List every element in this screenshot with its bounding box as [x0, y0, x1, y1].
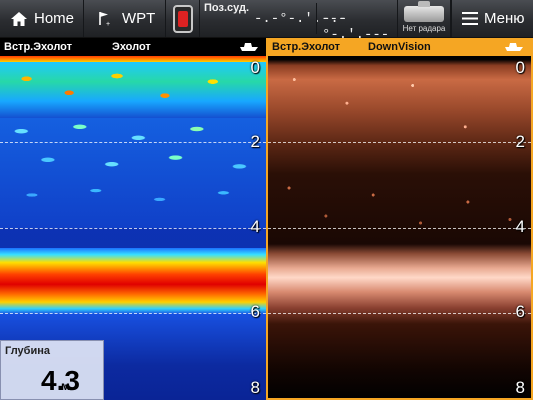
depth-label: 2 [515, 132, 525, 151]
depth-line [0, 142, 266, 143]
depth-label: 6 [515, 302, 525, 321]
panel-mode: Эхолот [112, 41, 151, 53]
man-overboard-button[interactable] [166, 0, 200, 37]
home-icon [11, 11, 27, 26]
depth-line [0, 313, 266, 314]
depth-line [0, 228, 266, 229]
boat-icon [240, 43, 258, 51]
panel-source: Встр.Эхолот [4, 41, 73, 53]
sonar-panel-right[interactable]: Встр.Эхолот DownVision 0 2 4 6 8 [266, 38, 533, 400]
depth-label: 0 [515, 58, 525, 77]
panel-header: Встр.Эхолот DownVision [268, 38, 531, 56]
menu-icon [462, 12, 478, 25]
depth-title: Глубина [5, 345, 50, 357]
depth-line [268, 142, 531, 143]
depth-label: 4 [515, 217, 525, 236]
depth-label: 4 [250, 217, 260, 236]
depth-label: 2 [250, 132, 260, 151]
panel-header: Встр.Эхолот Эхолот [0, 38, 266, 56]
menu-button[interactable]: Меню [451, 0, 533, 37]
vessel-position: Поз.суд. -.-°-.'.--- -.-°-.'.--- [200, 0, 398, 43]
waypoint-button[interactable]: + WPT [84, 0, 166, 37]
menu-label: Меню [484, 10, 525, 27]
home-button[interactable]: Home [0, 0, 84, 37]
panel-mode: DownVision [368, 41, 431, 53]
panel-source: Встр.Эхолот [272, 41, 341, 53]
sonar-panel-left[interactable]: Встр.Эхолот Эхолот 0 2 4 6 8 Глубина 4.3 [0, 38, 266, 400]
sonar-view[interactable]: 0 2 4 6 8 Глубина 4.3 м [0, 56, 266, 400]
depth-line [268, 313, 531, 314]
boat-icon [505, 43, 523, 51]
depth-label: 8 [250, 378, 260, 397]
depth-readout: Глубина 4.3 м [0, 340, 104, 400]
depth-label: 8 [515, 378, 525, 397]
radar-status-label: Нет радара [402, 24, 446, 33]
home-label: Home [34, 10, 75, 27]
top-toolbar: Home + WPT Поз.суд. -.-°-.'.--- -.-°-.'.… [0, 0, 533, 43]
depth-line [268, 228, 531, 229]
waypoint-icon: + [99, 11, 110, 27]
radar-icon [404, 1, 444, 22]
sonar-display: Home + WPT Поз.суд. -.-°-.'.--- -.-°-.'.… [0, 0, 533, 400]
radar-status[interactable]: Нет радара [398, 0, 451, 37]
downvision-view[interactable]: 0 2 4 6 8 [268, 56, 531, 398]
position-title: Поз.суд. [204, 2, 250, 14]
svg-text:+: + [106, 21, 110, 27]
mob-icon [172, 4, 193, 33]
depth-unit: м [61, 379, 70, 393]
depth-label: 6 [250, 302, 260, 321]
depth-label: 0 [250, 58, 260, 77]
wpt-label: WPT [122, 10, 156, 27]
